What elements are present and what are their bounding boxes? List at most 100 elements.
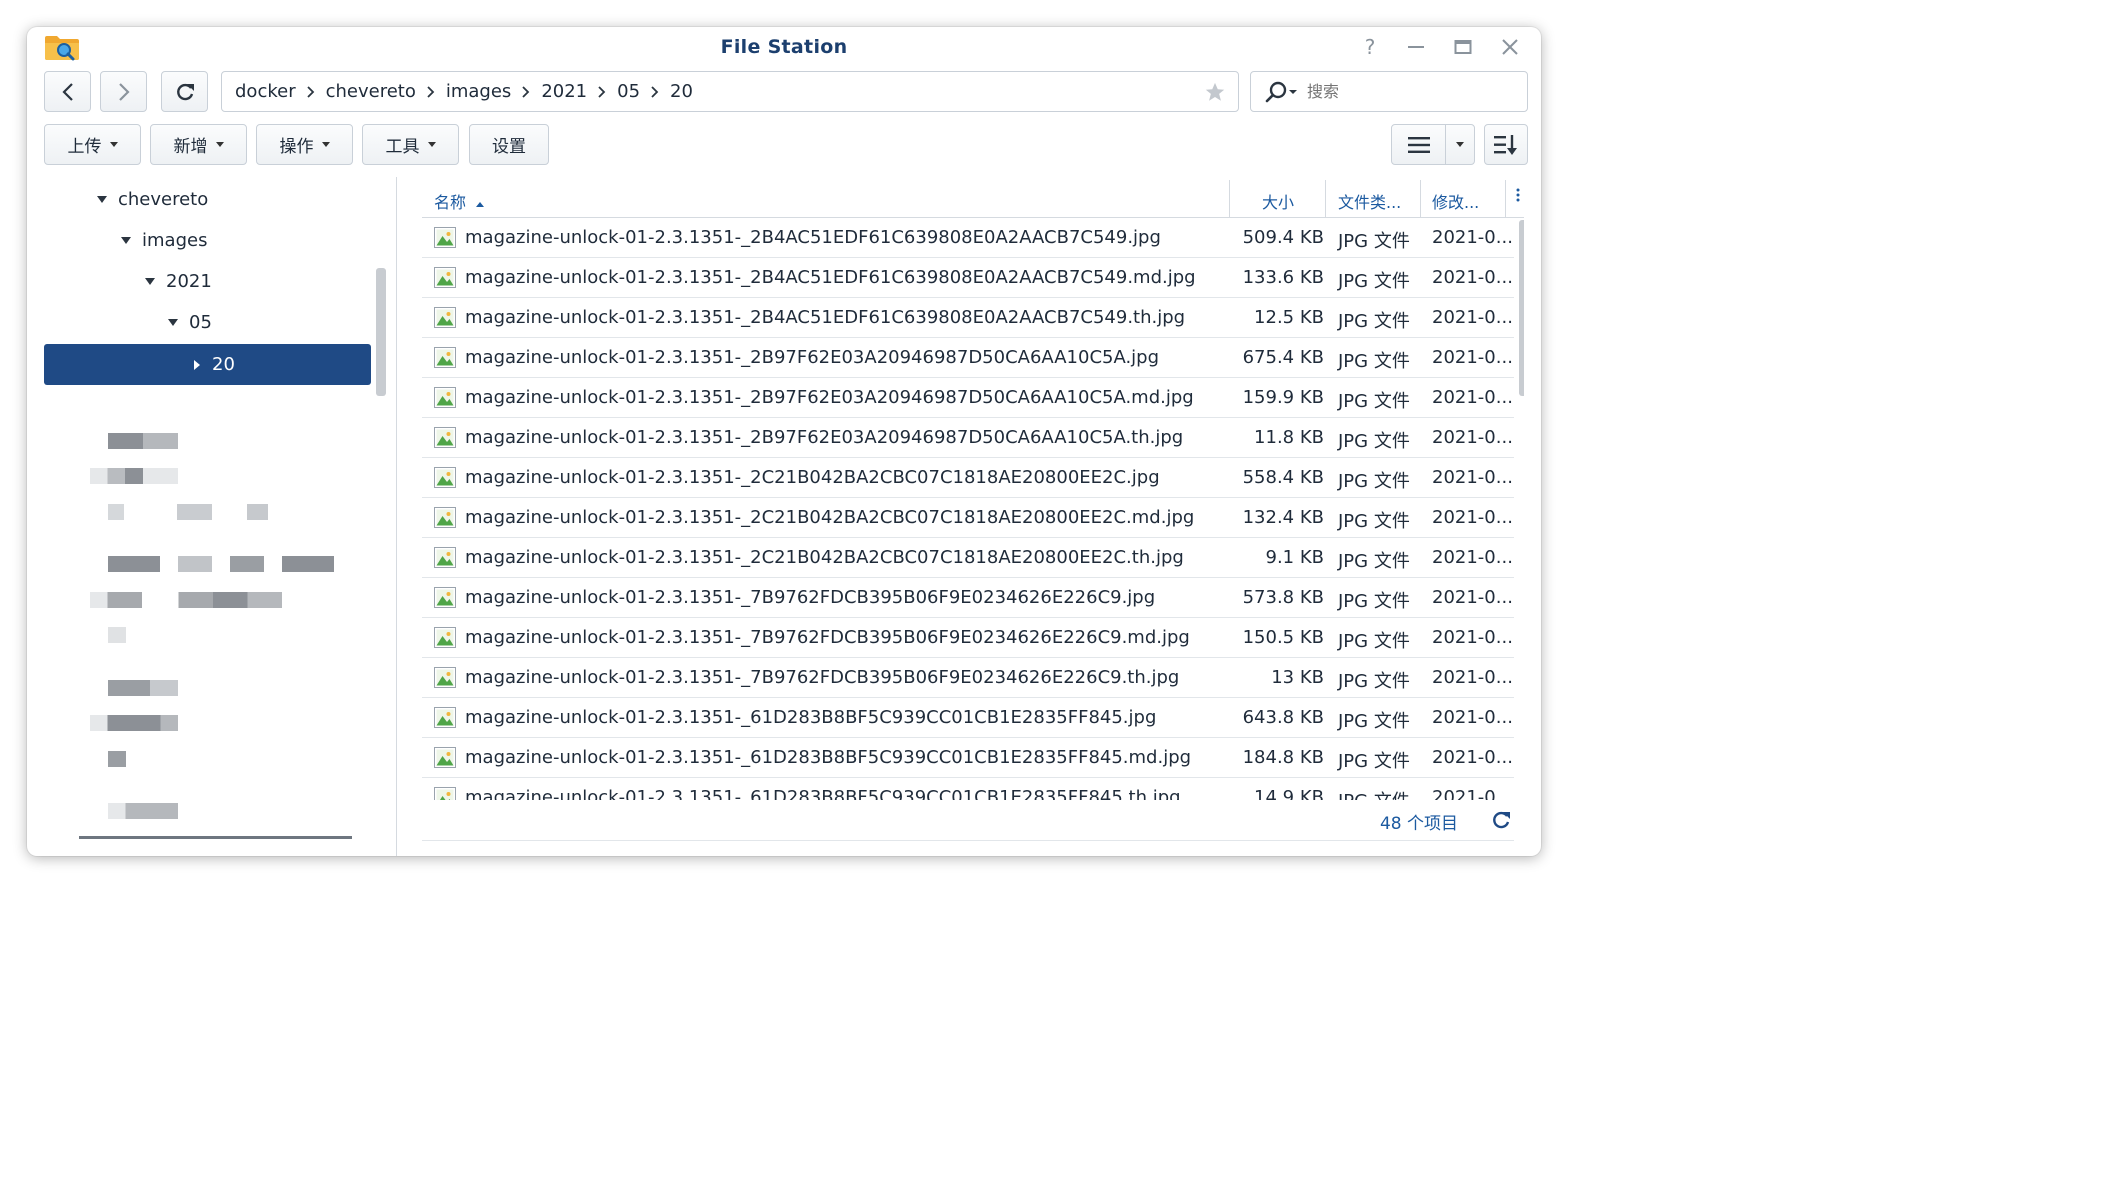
file-row[interactable]: magazine-unlock-01-2.3.1351-_7B9762FDCB3… (422, 618, 1514, 658)
file-type: JPG 文件 (1338, 551, 1410, 572)
column-menu-icon[interactable] (1516, 187, 1520, 207)
close-button[interactable] (1497, 35, 1523, 59)
back-button[interactable] (44, 71, 91, 112)
file-size: 643.8 KB (1242, 707, 1324, 728)
breadcrumb-chevereto[interactable]: chevereto (326, 81, 416, 102)
file-row[interactable]: magazine-unlock-01-2.3.1351-_2B4AC51EDF6… (422, 298, 1514, 338)
breadcrumb-docker[interactable]: docker (235, 81, 296, 102)
image-file-icon (434, 627, 456, 648)
breadcrumb-05[interactable]: 05 (617, 81, 640, 102)
tree-item-2021[interactable]: 2021 (145, 261, 212, 301)
help-icon: ? (1364, 35, 1376, 59)
tree-item-label: 05 (189, 311, 212, 333)
caret-down-icon (215, 142, 224, 147)
caret-down-icon (321, 142, 330, 147)
column-separator[interactable] (1229, 180, 1230, 218)
image-file-icon (434, 667, 456, 688)
list-view-toggle[interactable] (1392, 125, 1446, 164)
star-icon[interactable] (1204, 81, 1226, 103)
file-modified: 2021-0... (1432, 467, 1513, 488)
maximize-button[interactable] (1450, 35, 1476, 59)
sidebar-divider (79, 836, 352, 839)
file-row[interactable]: magazine-unlock-01-2.3.1351-_7B9762FDCB3… (422, 658, 1514, 698)
action-button[interactable]: 操作 (256, 124, 353, 165)
image-file-icon (434, 227, 456, 248)
search-icon[interactable] (1265, 81, 1299, 103)
tree-item-05[interactable]: 05 (168, 302, 212, 342)
tree-item-20-selected[interactable]: 20 (44, 344, 371, 385)
file-type: JPG 文件 (1338, 671, 1410, 692)
file-row[interactable]: magazine-unlock-01-2.3.1351-_61D283B8BF5… (422, 778, 1514, 800)
breadcrumb-20[interactable]: 20 (670, 81, 693, 102)
file-row[interactable]: magazine-unlock-01-2.3.1351-_2B97F62E03A… (422, 418, 1514, 458)
column-header-type[interactable]: 文件类... (1338, 189, 1401, 213)
file-list-scrollbar[interactable] (1519, 220, 1524, 396)
file-row[interactable]: magazine-unlock-01-2.3.1351-_7B9762FDCB3… (422, 578, 1514, 618)
file-modified: 2021-0... (1432, 667, 1513, 688)
refresh-button[interactable] (161, 71, 208, 112)
breadcrumb-2021[interactable]: 2021 (541, 81, 587, 102)
tree-item-label: 20 (212, 354, 235, 375)
collapse-arrow-icon[interactable] (194, 359, 200, 370)
settings-button[interactable]: 设置 (469, 124, 549, 165)
file-size: 509.4 KB (1242, 227, 1324, 248)
redacted-item (108, 627, 126, 643)
file-size: 12.5 KB (1254, 307, 1324, 328)
column-header-name[interactable]: 名称 (434, 189, 485, 213)
file-name: magazine-unlock-01-2.3.1351-_61D283B8BF5… (465, 787, 1181, 800)
column-header-modified[interactable]: 修改... (1432, 189, 1479, 213)
file-size: 132.4 KB (1242, 507, 1324, 528)
file-size: 184.8 KB (1242, 747, 1324, 768)
status-divider (422, 840, 1514, 841)
column-separator[interactable] (1505, 180, 1506, 218)
file-row[interactable]: magazine-unlock-01-2.3.1351-_2C21B042BA2… (422, 458, 1514, 498)
image-file-icon (434, 427, 456, 448)
file-row[interactable]: magazine-unlock-01-2.3.1351-_2B97F62E03A… (422, 378, 1514, 418)
file-row[interactable]: magazine-unlock-01-2.3.1351-_61D283B8BF5… (422, 738, 1514, 778)
view-mode-button[interactable] (1391, 124, 1475, 165)
expand-arrow-icon[interactable] (145, 277, 155, 285)
breadcrumb-images[interactable]: images (446, 81, 511, 102)
search-box[interactable] (1250, 71, 1528, 112)
file-name: magazine-unlock-01-2.3.1351-_2C21B042BA2… (465, 507, 1195, 528)
image-file-icon (434, 587, 456, 608)
tree-item-chevereto[interactable]: chevereto (97, 179, 208, 219)
view-mode-dropdown[interactable] (1446, 142, 1474, 147)
redacted-item (90, 468, 178, 484)
file-row[interactable]: magazine-unlock-01-2.3.1351-_2B4AC51EDF6… (422, 218, 1514, 258)
file-rows: magazine-unlock-01-2.3.1351-_2B4AC51EDF6… (422, 218, 1514, 800)
file-size: 159.9 KB (1242, 387, 1324, 408)
forward-button[interactable] (100, 71, 147, 112)
file-row[interactable]: magazine-unlock-01-2.3.1351-_2C21B042BA2… (422, 538, 1514, 578)
minimize-button[interactable] (1403, 35, 1429, 59)
item-count: 48 个项目 (1379, 814, 1458, 834)
file-size: 558.4 KB (1242, 467, 1324, 488)
refresh-icon[interactable] (1490, 809, 1512, 831)
file-modified: 2021-0... (1432, 387, 1513, 408)
expand-arrow-icon[interactable] (97, 195, 107, 203)
file-row[interactable]: magazine-unlock-01-2.3.1351-_2C21B042BA2… (422, 498, 1514, 538)
search-input[interactable] (1307, 82, 1507, 101)
tree-item-label: chevereto (118, 188, 209, 210)
column-header-size[interactable]: 大小 (1262, 189, 1294, 213)
column-separator[interactable] (1325, 180, 1326, 218)
sort-button[interactable] (1484, 124, 1528, 165)
create-button[interactable]: 新增 (150, 124, 247, 165)
file-name: magazine-unlock-01-2.3.1351-_2B4AC51EDF6… (465, 227, 1161, 248)
file-row[interactable]: magazine-unlock-01-2.3.1351-_2B4AC51EDF6… (422, 258, 1514, 298)
column-separator[interactable] (1420, 180, 1421, 218)
expand-arrow-icon[interactable] (121, 236, 131, 244)
help-button[interactable]: ? (1357, 35, 1383, 59)
file-row[interactable]: magazine-unlock-01-2.3.1351-_2B97F62E03A… (422, 338, 1514, 378)
image-file-icon (434, 267, 456, 288)
tree-item-images[interactable]: images (121, 220, 207, 260)
upload-button[interactable]: 上传 (44, 124, 141, 165)
redacted-item (108, 803, 178, 819)
file-type: JPG 文件 (1338, 471, 1410, 492)
file-type: JPG 文件 (1338, 311, 1410, 332)
expand-arrow-icon[interactable] (168, 318, 178, 326)
sidebar-scrollbar[interactable] (376, 268, 386, 396)
file-type: JPG 文件 (1338, 231, 1410, 252)
file-row[interactable]: magazine-unlock-01-2.3.1351-_61D283B8BF5… (422, 698, 1514, 738)
tools-button[interactable]: 工具 (362, 124, 459, 165)
